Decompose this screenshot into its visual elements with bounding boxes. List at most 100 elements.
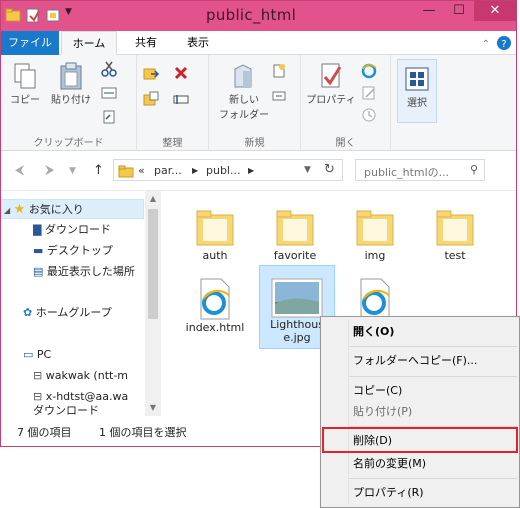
nav-item-network-drive[interactable]: ⊟ x-hdtst@aa.wa — [33, 387, 145, 407]
menu-separator — [349, 346, 517, 347]
tab-file[interactable]: ファイル — [1, 31, 59, 55]
rename-icon[interactable] — [173, 91, 189, 107]
chevron-down-icon[interactable]: ◢ — [4, 206, 10, 215]
scissors-icon[interactable] — [101, 61, 117, 77]
nav-item-pc[interactable]: ▭ PC — [23, 345, 51, 365]
refresh-icon[interactable]: ↻ — [324, 162, 335, 177]
file-item-test[interactable]: test — [417, 195, 493, 262]
chevron-up-icon[interactable]: ⌃ — [482, 39, 490, 50]
ribbon-group-label: 開く — [335, 138, 356, 149]
folder-icon — [118, 165, 134, 178]
select-button[interactable]: 選択 — [397, 59, 437, 123]
nav-scrollbar[interactable]: ▲ ▼ — [145, 191, 161, 416]
nav-item-homegroup[interactable]: ✿ ホームグループ — [23, 303, 112, 323]
copy-button[interactable]: コピー — [7, 61, 43, 106]
file-item-auth[interactable]: auth — [177, 195, 253, 262]
menu-item-copy-to-folder[interactable]: フォルダーへコピー(F)... — [321, 350, 519, 372]
internet-explorer-icon[interactable] — [361, 63, 377, 79]
maximize-icon[interactable]: ☐ — [444, 1, 474, 21]
breadcrumb-item[interactable]: publ... — [206, 164, 240, 177]
paste-shortcut-icon[interactable] — [101, 109, 117, 125]
delete-highlight-box — [322, 427, 518, 453]
file-item-favorite[interactable]: favorite — [257, 195, 333, 262]
menu-item-open[interactable]: 開く(O) — [321, 321, 519, 343]
breadcrumb-chevron-icon[interactable]: ▶ — [248, 166, 254, 175]
nav-item-favorites[interactable]: ◢ ★ お気に入り — [1, 199, 144, 219]
breadcrumb-item[interactable]: par... — [154, 164, 182, 177]
context-menu: 開く(O) フォルダーへコピー(F)... コピー(C) 貼り付け(P) 削除(… — [320, 316, 520, 508]
internet-explorer-icon — [200, 278, 230, 320]
new-folder-icon[interactable] — [45, 7, 61, 23]
up-arrow-icon[interactable]: ↑ — [93, 163, 104, 178]
tab-view[interactable]: 表示 — [175, 31, 221, 55]
nav-item-downloads[interactable]: ▇ ダウンロード — [33, 220, 111, 240]
nav-item-network-drive[interactable]: ⊟ wakwak (ntt-m — [33, 366, 145, 386]
new-folder-button[interactable]: 新しい フォルダー — [219, 61, 269, 121]
menu-item-copy[interactable]: コピー(C) — [321, 380, 519, 402]
paste-button[interactable]: 貼り付け — [49, 61, 93, 106]
ribbon-options: ⌃ ? — [482, 35, 512, 54]
properties-button[interactable]: プロパティ — [303, 61, 359, 106]
scroll-down-icon[interactable]: ▼ — [145, 400, 161, 416]
file-item-html[interactable] — [337, 267, 413, 321]
ribbon-group-label: 新規 — [244, 138, 265, 149]
move-to-icon[interactable] — [143, 65, 160, 81]
help-icon[interactable]: ? — [496, 35, 512, 54]
file-name: favorite — [273, 249, 317, 262]
window-title: public_html — [206, 6, 297, 24]
nav-item-label: wakwak (ntt-m — [45, 369, 129, 382]
nav-item-label: 最近表示した場所 — [46, 265, 135, 278]
easy-access-icon[interactable] — [271, 87, 287, 103]
folder-icon[interactable] — [5, 7, 21, 23]
file-item-index-html[interactable]: index.html — [177, 267, 253, 334]
history-icon[interactable] — [361, 107, 377, 123]
chevron-down-icon[interactable]: ▼ — [65, 7, 75, 23]
search-icon[interactable]: ⚲ — [470, 163, 478, 176]
menu-item-paste[interactable]: 貼り付け(P) — [321, 401, 519, 423]
title-bar[interactable]: ▼ public_html — ☐ ✕ — [1, 1, 516, 31]
selected-count: 1 個の項目を選択 — [99, 426, 187, 439]
tab-home[interactable]: ホーム — [61, 31, 117, 55]
ribbon-group-open: プロパティ 開く — [301, 55, 391, 151]
new-folder-label: 新しい — [229, 95, 259, 106]
nav-item-label: ダウンロード — [33, 405, 99, 416]
recent-places-icon: ▤ — [33, 265, 44, 278]
nav-item-recent[interactable]: ▤ 最近表示した場所 — [33, 262, 135, 282]
menu-item-rename[interactable]: 名前の変更(M) — [321, 453, 519, 475]
file-item-img[interactable]: img — [337, 195, 413, 262]
minimize-icon[interactable]: — — [414, 1, 444, 21]
folder-icon — [356, 210, 394, 246]
chevron-down-icon[interactable]: ▼ — [304, 165, 311, 175]
file-name: index.html — [185, 321, 245, 334]
close-icon[interactable]: ✕ — [474, 1, 516, 21]
folder-icon — [436, 210, 474, 246]
menu-separator — [349, 478, 517, 479]
network-drive-icon: ⊟ — [33, 390, 43, 403]
new-item-icon[interactable] — [271, 63, 287, 79]
breadcrumb-overflow[interactable]: « — [138, 164, 145, 177]
back-icon[interactable]: ⮜ — [15, 163, 24, 178]
address-bar[interactable]: « par... ▶ publ... ▶ ▼ ↻ — [113, 159, 343, 181]
ribbon: コピー 貼り付け クリップボード 整理 新しい フォルダー 新規 プロパティ 開… — [1, 55, 516, 151]
ribbon-group-label: クリップボード — [33, 138, 104, 149]
nav-item-downloads-2[interactable]: ダウンロード — [33, 405, 145, 416]
edit-icon[interactable] — [361, 85, 377, 101]
clipboard-icon — [60, 62, 82, 90]
scroll-thumb[interactable] — [148, 209, 158, 319]
scroll-up-icon[interactable]: ▲ — [145, 191, 161, 207]
folder-icon — [276, 210, 314, 246]
copy-to-icon[interactable] — [143, 91, 159, 107]
copy-path-icon[interactable] — [101, 85, 117, 101]
properties-label: プロパティ — [306, 95, 356, 106]
nav-item-desktop[interactable]: ▬ デスクトップ — [33, 241, 113, 261]
forward-icon[interactable]: ⮞ — [45, 163, 54, 178]
breadcrumb-chevron-icon[interactable]: ▶ — [192, 166, 198, 175]
menu-item-properties[interactable]: プロパティ(R) — [321, 482, 519, 504]
new-folder-label: フォルダー — [219, 110, 269, 121]
recent-locations-chevron-icon[interactable]: ▼ — [69, 166, 76, 176]
delete-icon[interactable] — [173, 65, 189, 81]
tab-share[interactable]: 共有 — [123, 31, 169, 55]
properties-icon[interactable] — [25, 7, 41, 23]
search-input[interactable]: public_htmlの... ⚲ — [355, 159, 485, 181]
navigation-bar: ⮜ ⮞ ▼ ↑ « par... ▶ publ... ▶ ▼ ↻ public_… — [1, 151, 516, 191]
